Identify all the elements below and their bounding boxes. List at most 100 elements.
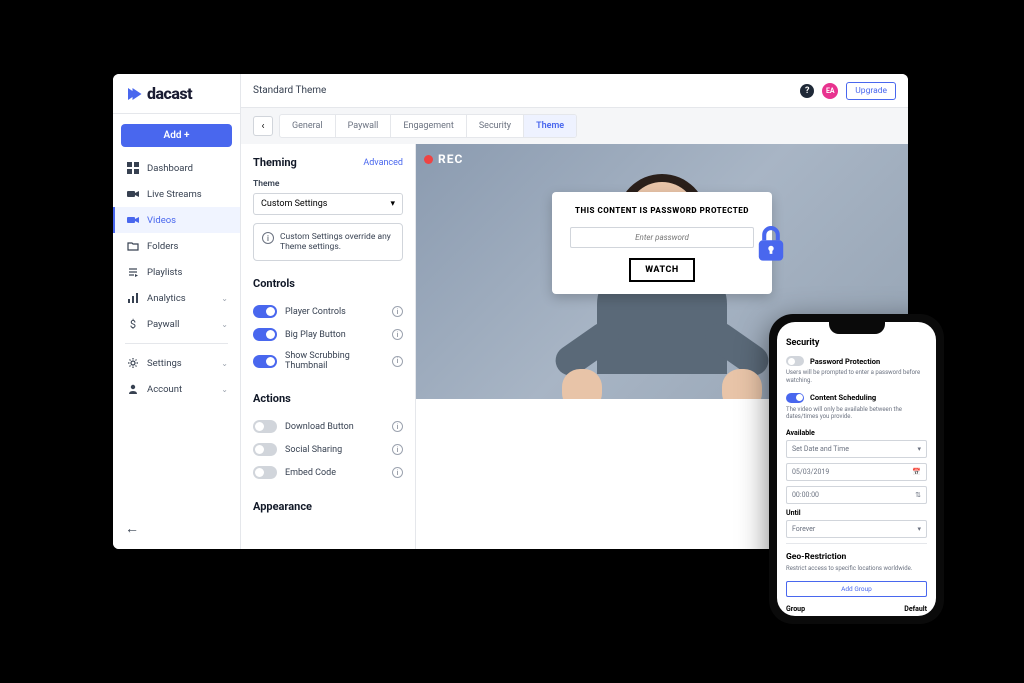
until-select[interactable]: Forever▾ bbox=[786, 520, 927, 538]
tabs: General Paywall Engagement Security Them… bbox=[279, 114, 577, 138]
toggle-label: Big Play Button bbox=[285, 330, 384, 340]
info-icon[interactable]: i bbox=[392, 306, 403, 317]
tab-paywall[interactable]: Paywall bbox=[336, 115, 392, 137]
phone-title: Security bbox=[786, 338, 927, 348]
toggle-embed: Embed Code i bbox=[253, 461, 403, 484]
playlist-icon bbox=[127, 266, 139, 278]
rec-badge: REC bbox=[424, 152, 463, 166]
password-desc: Users will be prompted to enter a passwo… bbox=[786, 369, 927, 385]
chevron-down-icon: ▾ bbox=[917, 525, 921, 533]
time-select[interactable]: 00:00:00⇅ bbox=[786, 486, 927, 504]
sidebar: dacast Add + Dashboard Live Streams Vide… bbox=[113, 74, 241, 549]
theming-title: Theming bbox=[253, 156, 297, 169]
theme-select[interactable]: Custom Settings ▾ bbox=[253, 193, 403, 215]
toggle-label: Social Sharing bbox=[285, 445, 384, 455]
info-text: Custom Settings override any Theme setti… bbox=[280, 232, 394, 252]
sidebar-item-livestreams[interactable]: Live Streams bbox=[113, 181, 240, 207]
appearance-title: Appearance bbox=[253, 500, 403, 513]
phone-mockup: Security Password Protection Users will … bbox=[769, 314, 944, 624]
info-icon[interactable]: i bbox=[392, 356, 403, 367]
logo-text: dacast bbox=[147, 84, 192, 103]
date-select[interactable]: 05/03/2019📅 bbox=[786, 463, 927, 481]
divider bbox=[125, 343, 228, 344]
sidebar-item-settings[interactable]: Settings ⌄ bbox=[113, 350, 240, 376]
toggle[interactable] bbox=[253, 305, 277, 318]
collapse-icon[interactable]: ← bbox=[125, 521, 139, 537]
upgrade-button[interactable]: Upgrade bbox=[846, 82, 896, 100]
add-button[interactable]: Add + bbox=[121, 124, 232, 147]
sidebar-item-label: Settings bbox=[147, 358, 182, 369]
geo-desc: Restrict access to specific locations wo… bbox=[786, 565, 927, 573]
watch-button[interactable]: WATCH bbox=[629, 258, 694, 282]
add-group-button[interactable]: Add Group bbox=[786, 581, 927, 597]
theme-label: Theme bbox=[253, 179, 403, 189]
tab-engagement[interactable]: Engagement bbox=[391, 115, 466, 137]
password-protection-label: Password Protection bbox=[810, 357, 880, 366]
toggle[interactable] bbox=[253, 328, 277, 341]
chevron-down-icon: ⌄ bbox=[221, 294, 228, 303]
password-modal: THIS CONTENT IS PASSWORD PROTECTED WATCH bbox=[552, 192, 772, 294]
divider bbox=[786, 543, 927, 544]
sidebar-item-label: Live Streams bbox=[147, 189, 202, 200]
available-label: Available bbox=[786, 429, 927, 437]
gear-icon bbox=[127, 357, 139, 369]
toggle[interactable] bbox=[253, 466, 277, 479]
chevron-down-icon: ▾ bbox=[390, 199, 395, 209]
content-scheduling-label: Content Scheduling bbox=[810, 393, 876, 402]
user-icon bbox=[127, 383, 139, 395]
rec-dot-icon bbox=[424, 155, 433, 164]
lock-icon bbox=[752, 224, 790, 262]
tab-theme[interactable]: Theme bbox=[524, 115, 576, 137]
sidebar-item-label: Playlists bbox=[147, 267, 182, 278]
avatar[interactable]: EA bbox=[822, 83, 838, 99]
sidebar-item-videos[interactable]: Videos bbox=[113, 207, 240, 233]
tab-security[interactable]: Security bbox=[467, 115, 524, 137]
sidebar-item-label: Paywall bbox=[147, 319, 179, 330]
actions-title: Actions bbox=[253, 392, 403, 405]
logo-icon bbox=[125, 85, 143, 103]
chevron-down-icon: ⌄ bbox=[221, 359, 228, 368]
back-button[interactable]: ‹ bbox=[253, 116, 273, 136]
rec-text: REC bbox=[438, 152, 463, 166]
tab-general[interactable]: General bbox=[280, 115, 336, 137]
toggle-download: Download Button i bbox=[253, 415, 403, 438]
toggle[interactable] bbox=[253, 355, 277, 368]
sidebar-item-label: Account bbox=[147, 384, 182, 395]
collapse-area: ← bbox=[113, 506, 240, 549]
sidebar-item-folders[interactable]: Folders bbox=[113, 233, 240, 259]
sidebar-item-paywall[interactable]: $ Paywall ⌄ bbox=[113, 311, 240, 337]
sidebar-item-account[interactable]: Account ⌄ bbox=[113, 376, 240, 402]
help-icon[interactable]: ? bbox=[800, 84, 814, 98]
toggle-scrubbing: Show Scrubbing Thumbnail i bbox=[253, 346, 403, 376]
stepper-icon: ⇅ bbox=[915, 491, 921, 499]
sidebar-item-label: Dashboard bbox=[147, 163, 193, 174]
toggle[interactable] bbox=[253, 443, 277, 456]
settings-panel: Theming Advanced Theme Custom Settings ▾… bbox=[241, 144, 416, 549]
toggle-content-scheduling[interactable] bbox=[786, 393, 804, 403]
toggle[interactable] bbox=[253, 420, 277, 433]
phone-notch bbox=[829, 322, 885, 334]
advanced-link[interactable]: Advanced bbox=[363, 158, 403, 168]
info-icon[interactable]: i bbox=[392, 421, 403, 432]
info-icon[interactable]: i bbox=[392, 329, 403, 340]
sidebar-item-playlists[interactable]: Playlists bbox=[113, 259, 240, 285]
info-icon[interactable]: i bbox=[392, 444, 403, 455]
chevron-down-icon: ⌄ bbox=[221, 385, 228, 394]
toggle-label: Embed Code bbox=[285, 468, 384, 478]
chevron-down-icon: ⌄ bbox=[221, 320, 228, 329]
modal-title: THIS CONTENT IS PASSWORD PROTECTED bbox=[570, 206, 754, 215]
sidebar-item-analytics[interactable]: Analytics ⌄ bbox=[113, 285, 240, 311]
logo: dacast bbox=[113, 74, 240, 114]
sidebar-item-label: Videos bbox=[147, 215, 176, 226]
password-input[interactable] bbox=[570, 227, 754, 248]
scheduling-desc: The video will only be available between… bbox=[786, 406, 927, 422]
folder-icon bbox=[127, 240, 139, 252]
controls-title: Controls bbox=[253, 277, 403, 290]
available-select[interactable]: Set Date and Time▾ bbox=[786, 440, 927, 458]
info-icon[interactable]: i bbox=[392, 467, 403, 478]
camera-icon bbox=[127, 188, 139, 200]
sidebar-item-dashboard[interactable]: Dashboard bbox=[113, 155, 240, 181]
phone-screen: Security Password Protection Users will … bbox=[777, 322, 936, 616]
info-box: i Custom Settings override any Theme set… bbox=[253, 223, 403, 261]
toggle-password-protection[interactable] bbox=[786, 356, 804, 366]
